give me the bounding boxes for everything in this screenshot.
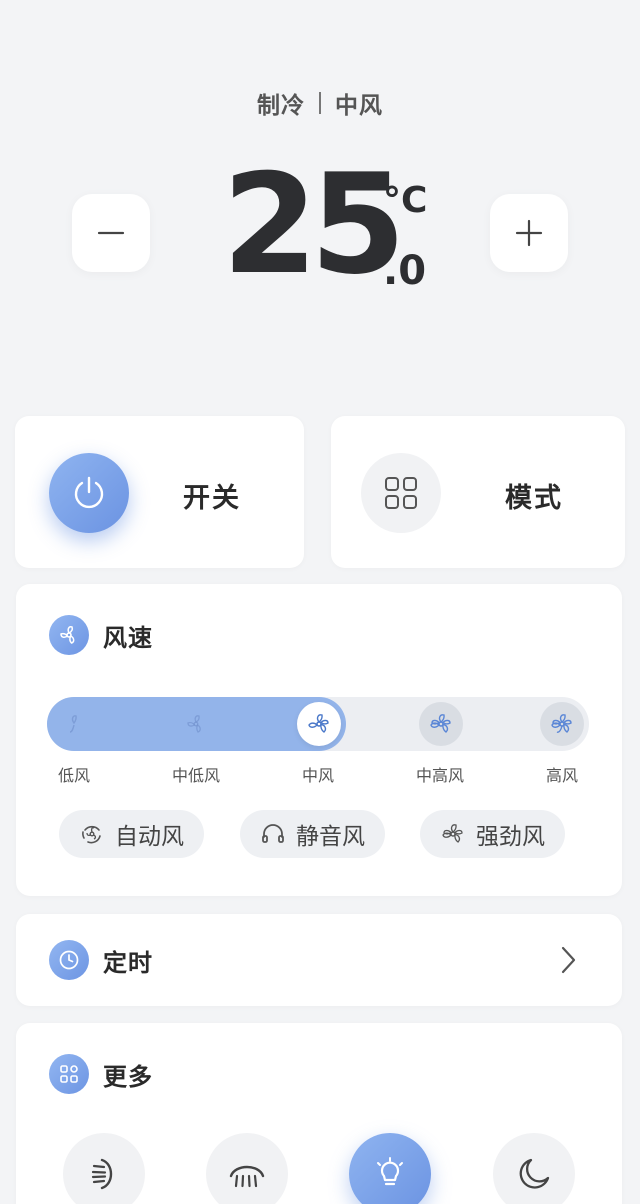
status-line: 制冷 中风	[0, 86, 640, 120]
chevron-right-icon[interactable]	[558, 945, 578, 979]
fan-status: 中风	[335, 93, 383, 119]
fan-section-icon	[49, 615, 89, 655]
mode-button[interactable]	[361, 453, 441, 533]
decrease-temperature-button[interactable]	[72, 194, 150, 272]
speed-label-medium-high: 中高风	[415, 766, 464, 785]
quiet-wind-button[interactable]: 静音风	[240, 810, 385, 858]
swing-vertical-button[interactable]	[63, 1133, 145, 1204]
strong-fan-icon	[440, 821, 466, 847]
auto-icon	[79, 821, 105, 847]
speed-stop-medium-high[interactable]	[419, 702, 463, 746]
increase-temperature-button[interactable]	[490, 194, 568, 272]
speed-label-medium-low: 中低风	[171, 766, 220, 785]
fan-low-icon	[69, 715, 77, 733]
fan-speed-slider[interactable]	[47, 697, 589, 751]
fan-speed-title: 风速	[103, 623, 153, 652]
fan-high-icon	[551, 714, 572, 733]
minus-icon	[97, 231, 125, 235]
power-label: 开关	[183, 483, 241, 514]
light-button[interactable]	[349, 1133, 431, 1204]
fan-medium-high-icon	[430, 714, 451, 733]
timer-title: 定时	[103, 948, 153, 977]
more-title: 更多	[103, 1062, 153, 1091]
more-header: 更多	[49, 1054, 153, 1094]
temperature-control: 25 °C .0	[0, 156, 640, 300]
strong-wind-label: 强劲风	[476, 824, 545, 850]
headphones-icon	[260, 821, 286, 847]
swing-horizontal-icon	[229, 1165, 265, 1188]
temperature-value: 25	[222, 144, 406, 305]
timer-header: 定时	[49, 940, 153, 980]
speed-label-medium: 中风	[301, 766, 334, 785]
mode-card[interactable]: 模式	[331, 416, 625, 568]
grid-icon	[385, 477, 417, 509]
clock-icon	[49, 940, 89, 980]
speed-stop-medium-low[interactable]	[174, 702, 218, 746]
more-apps-icon	[49, 1054, 89, 1094]
power-card[interactable]: 开关	[15, 416, 304, 568]
auto-wind-button[interactable]: 自动风	[59, 810, 204, 858]
fan-medium-low-icon	[187, 715, 201, 733]
more-card: 更多	[16, 1023, 622, 1204]
fan-speed-header: 风速	[49, 615, 153, 655]
auto-wind-label: 自动风	[115, 824, 184, 850]
swing-vertical-icon	[91, 1158, 113, 1190]
speed-label-low: 低风	[57, 766, 90, 785]
power-button[interactable]	[49, 453, 129, 533]
strong-wind-button[interactable]: 强劲风	[420, 810, 565, 858]
power-icon	[74, 476, 104, 509]
plus-icon	[515, 219, 543, 247]
timer-card[interactable]: 定时	[16, 914, 622, 1006]
speed-stop-high[interactable]	[540, 702, 584, 746]
swing-horizontal-button[interactable]	[206, 1133, 288, 1204]
fan-medium-icon	[308, 714, 329, 733]
mode-label: 模式	[505, 483, 563, 514]
fan-speed-card: 风速 低风 中低风 中风 中高风 高风 自动风 静音风 强劲风	[16, 584, 622, 896]
status-divider	[319, 92, 321, 114]
temperature-decimal: .0	[383, 248, 427, 294]
temperature-unit: °C	[383, 180, 428, 221]
speed-stop-medium[interactable]	[297, 702, 341, 746]
moon-icon	[519, 1158, 550, 1189]
mode-status: 制冷	[257, 93, 305, 119]
speed-label-high: 高风	[545, 766, 578, 785]
light-bulb-icon	[377, 1157, 403, 1186]
quiet-wind-label: 静音风	[296, 824, 365, 850]
speed-stop-low[interactable]	[52, 702, 96, 746]
sleep-button[interactable]	[493, 1133, 575, 1204]
